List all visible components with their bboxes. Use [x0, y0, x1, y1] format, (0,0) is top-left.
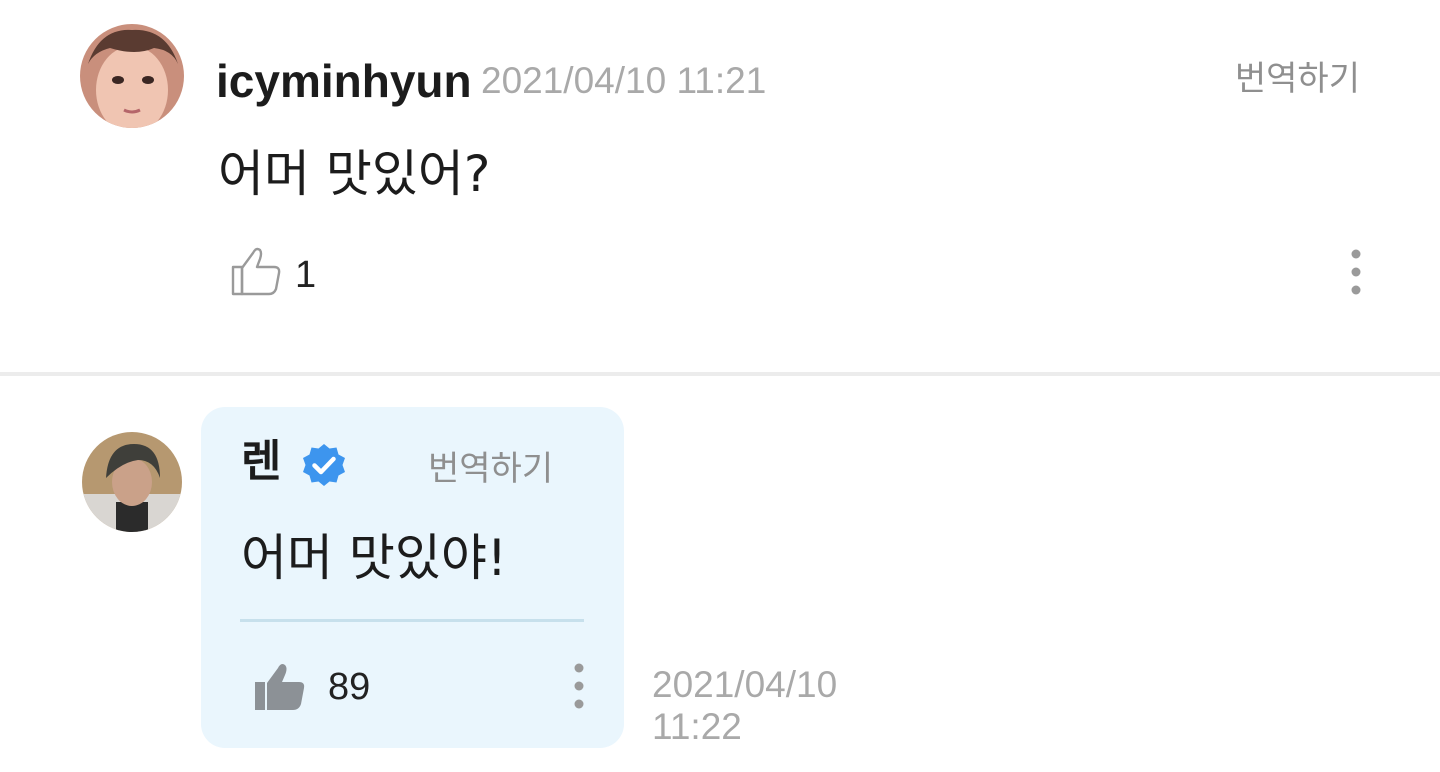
thumbs-up-outline-icon: [231, 247, 281, 296]
verified-badge: [300, 442, 348, 490]
comment-timestamp: 2021/04/10 11:21: [481, 60, 767, 101]
thumbs-up-filled-icon: [255, 664, 305, 710]
reply-divider: [240, 619, 584, 622]
reply-timestamp: 2021/04/10 11:22: [652, 664, 872, 748]
vertical-ellipsis-icon: [1351, 249, 1361, 295]
reply-more-options-button[interactable]: [562, 660, 596, 714]
user-avatar[interactable]: [80, 24, 184, 128]
reply-timestamp-time: 11:22: [652, 706, 742, 747]
comment-message: 어머 맛있어?: [218, 145, 491, 203]
reply-like-button[interactable]: [252, 660, 308, 714]
like-button[interactable]: [229, 244, 283, 298]
reply-timestamp-date: 2021/04/10: [652, 664, 838, 705]
reply-translate-button[interactable]: 번역하기: [428, 448, 553, 490]
artist-avatar[interactable]: [82, 432, 182, 532]
reply-message: 어머 맛있야!: [241, 529, 507, 587]
translate-button[interactable]: 번역하기: [1235, 58, 1360, 100]
reply-username[interactable]: 렌: [241, 434, 281, 490]
reply-like-count: 89: [328, 666, 371, 708]
comment-divider: [0, 372, 1440, 376]
like-count: 1: [295, 254, 317, 296]
vertical-ellipsis-icon: [574, 663, 584, 709]
verified-badge-icon: [303, 444, 345, 486]
comment-username[interactable]: icyminhyun: [216, 54, 472, 108]
more-options-button[interactable]: [1338, 246, 1374, 300]
